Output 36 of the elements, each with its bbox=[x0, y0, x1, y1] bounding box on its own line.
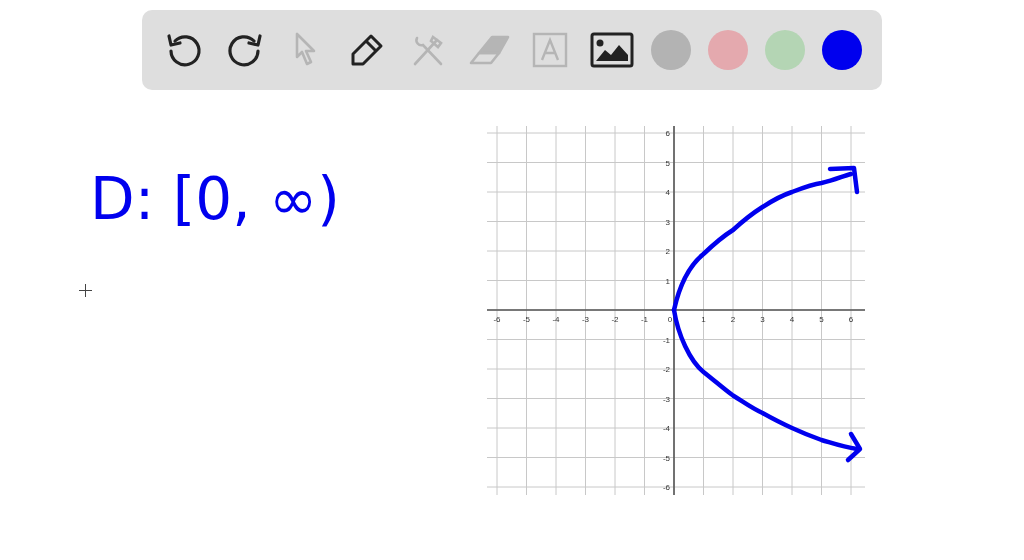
eraser-icon bbox=[468, 33, 511, 67]
tick-label: -3 bbox=[662, 394, 670, 404]
tick-label: -2 bbox=[611, 315, 619, 324]
handwritten-note: D: [0, ∞) bbox=[90, 165, 340, 233]
color-swatch[interactable] bbox=[707, 30, 748, 70]
tick-label: 3 bbox=[760, 315, 765, 324]
color-swatch[interactable] bbox=[764, 30, 805, 70]
tick-label: 5 bbox=[819, 315, 824, 324]
redo-icon bbox=[226, 31, 265, 69]
tick-label: -4 bbox=[662, 424, 670, 433]
tick-label: -5 bbox=[662, 453, 670, 463]
color-swatch[interactable] bbox=[650, 30, 691, 70]
tick-label: -6 bbox=[662, 483, 670, 492]
tick-label: 4 bbox=[789, 315, 795, 324]
tick-label: 6 bbox=[665, 129, 670, 138]
image-icon bbox=[589, 32, 634, 68]
tick-label: 0 bbox=[667, 315, 673, 324]
tick-label: -1 bbox=[662, 335, 670, 345]
crosshair-cursor-icon bbox=[79, 284, 92, 297]
tick-label: -4 bbox=[552, 315, 560, 324]
undo-icon bbox=[165, 31, 203, 69]
text-box-icon bbox=[532, 32, 569, 68]
tick-label: -1 bbox=[640, 315, 649, 324]
tick-label: -3 bbox=[581, 315, 590, 324]
tick-label: 2 bbox=[665, 247, 670, 256]
tick-label: 2 bbox=[730, 315, 736, 324]
tick-label: 4 bbox=[665, 188, 670, 197]
tick-label: 6 bbox=[848, 315, 854, 324]
tick-label: 1 bbox=[701, 315, 706, 324]
tick-label: 3 bbox=[665, 217, 670, 227]
tick-label: -5 bbox=[522, 315, 531, 324]
tick-label: 1 bbox=[665, 276, 670, 286]
tick-label: 5 bbox=[665, 158, 670, 168]
tick-label: -2 bbox=[662, 365, 670, 374]
tick-label: -6 bbox=[493, 315, 501, 324]
color-swatch[interactable] bbox=[821, 30, 862, 70]
